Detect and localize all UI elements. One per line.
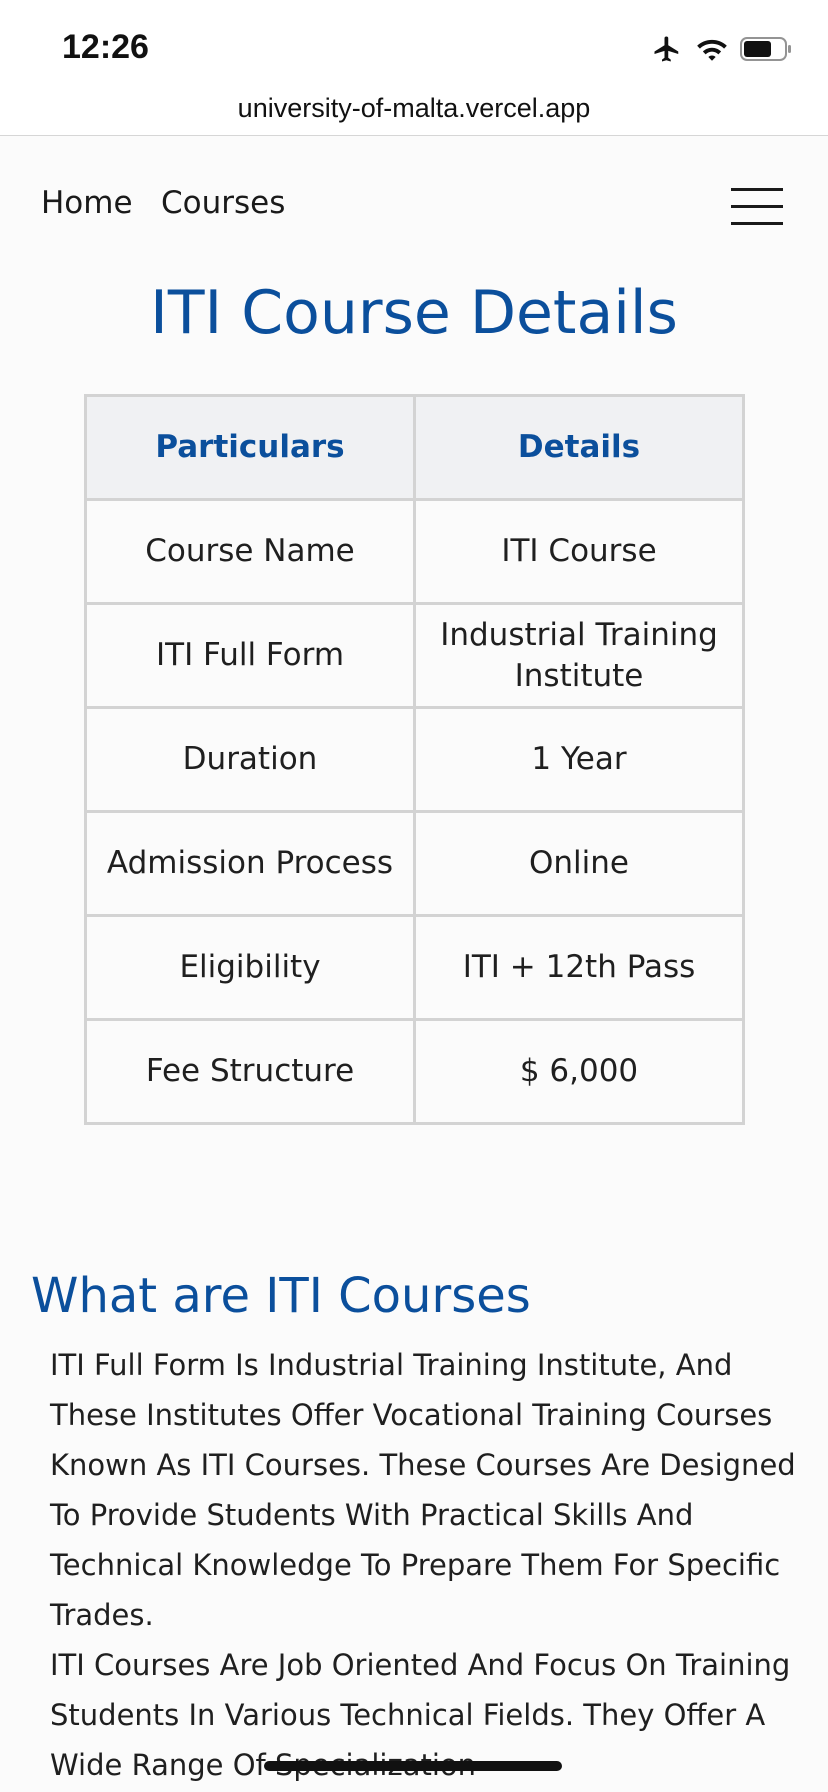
battery-icon xyxy=(740,37,791,61)
table-cell-detail: Online xyxy=(413,810,745,917)
table-cell-detail: ITI Course xyxy=(413,498,745,605)
table-cell-detail: Industrial Training Institute xyxy=(413,602,745,709)
table-cell-particular: ITI Full Form xyxy=(84,602,416,709)
url-text[interactable]: university-of-malta.vercel.app xyxy=(238,93,591,123)
table-row: Eligibility ITI + 12th Pass xyxy=(84,914,745,1021)
home-indicator[interactable] xyxy=(264,1761,562,1771)
airplane-icon xyxy=(654,36,679,62)
status-bar: 12:26 xyxy=(0,0,828,90)
nav-link-home[interactable]: Home xyxy=(41,185,133,221)
page-title: ITI Course Details xyxy=(150,278,678,348)
wifi-icon xyxy=(697,39,727,61)
table-row: Admission Process Online xyxy=(84,810,745,917)
table-cell-detail: ITI + 12th Pass xyxy=(413,914,745,1021)
top-navigation: Home Courses xyxy=(0,170,828,240)
status-icons xyxy=(650,34,792,64)
table-cell-detail: $ 6,000 xyxy=(413,1018,745,1125)
table-header-details: Details xyxy=(413,394,745,501)
course-details-table: Particulars Details Course Name ITI Cour… xyxy=(84,394,745,1125)
table-cell-particular: Fee Structure xyxy=(84,1018,416,1125)
table-cell-particular: Admission Process xyxy=(84,810,416,917)
section-body: ITI Full Form Is Industrial Training Ins… xyxy=(50,1340,800,1790)
table-row: ITI Full Form Industrial Training Instit… xyxy=(84,602,745,709)
status-time: 12:26 xyxy=(62,28,149,66)
table-cell-particular: Eligibility xyxy=(84,914,416,1021)
table-cell-particular: Course Name xyxy=(84,498,416,605)
table-row: Fee Structure $ 6,000 xyxy=(84,1018,745,1125)
table-cell-detail: 1 Year xyxy=(413,706,745,813)
table-row: Course Name ITI Course xyxy=(84,498,745,605)
browser-url-bar[interactable]: university-of-malta.vercel.app xyxy=(0,90,828,136)
table-row: Duration 1 Year xyxy=(84,706,745,813)
table-header-row: Particulars Details xyxy=(84,394,745,501)
table-header-particulars: Particulars xyxy=(84,394,416,501)
hamburger-menu-icon[interactable] xyxy=(731,188,783,226)
section-heading: What are ITI Courses xyxy=(31,1268,531,1324)
nav-link-courses[interactable]: Courses xyxy=(161,185,285,221)
section-paragraph: ITI Full Form Is Industrial Training Ins… xyxy=(50,1348,796,1632)
table-cell-particular: Duration xyxy=(84,706,416,813)
